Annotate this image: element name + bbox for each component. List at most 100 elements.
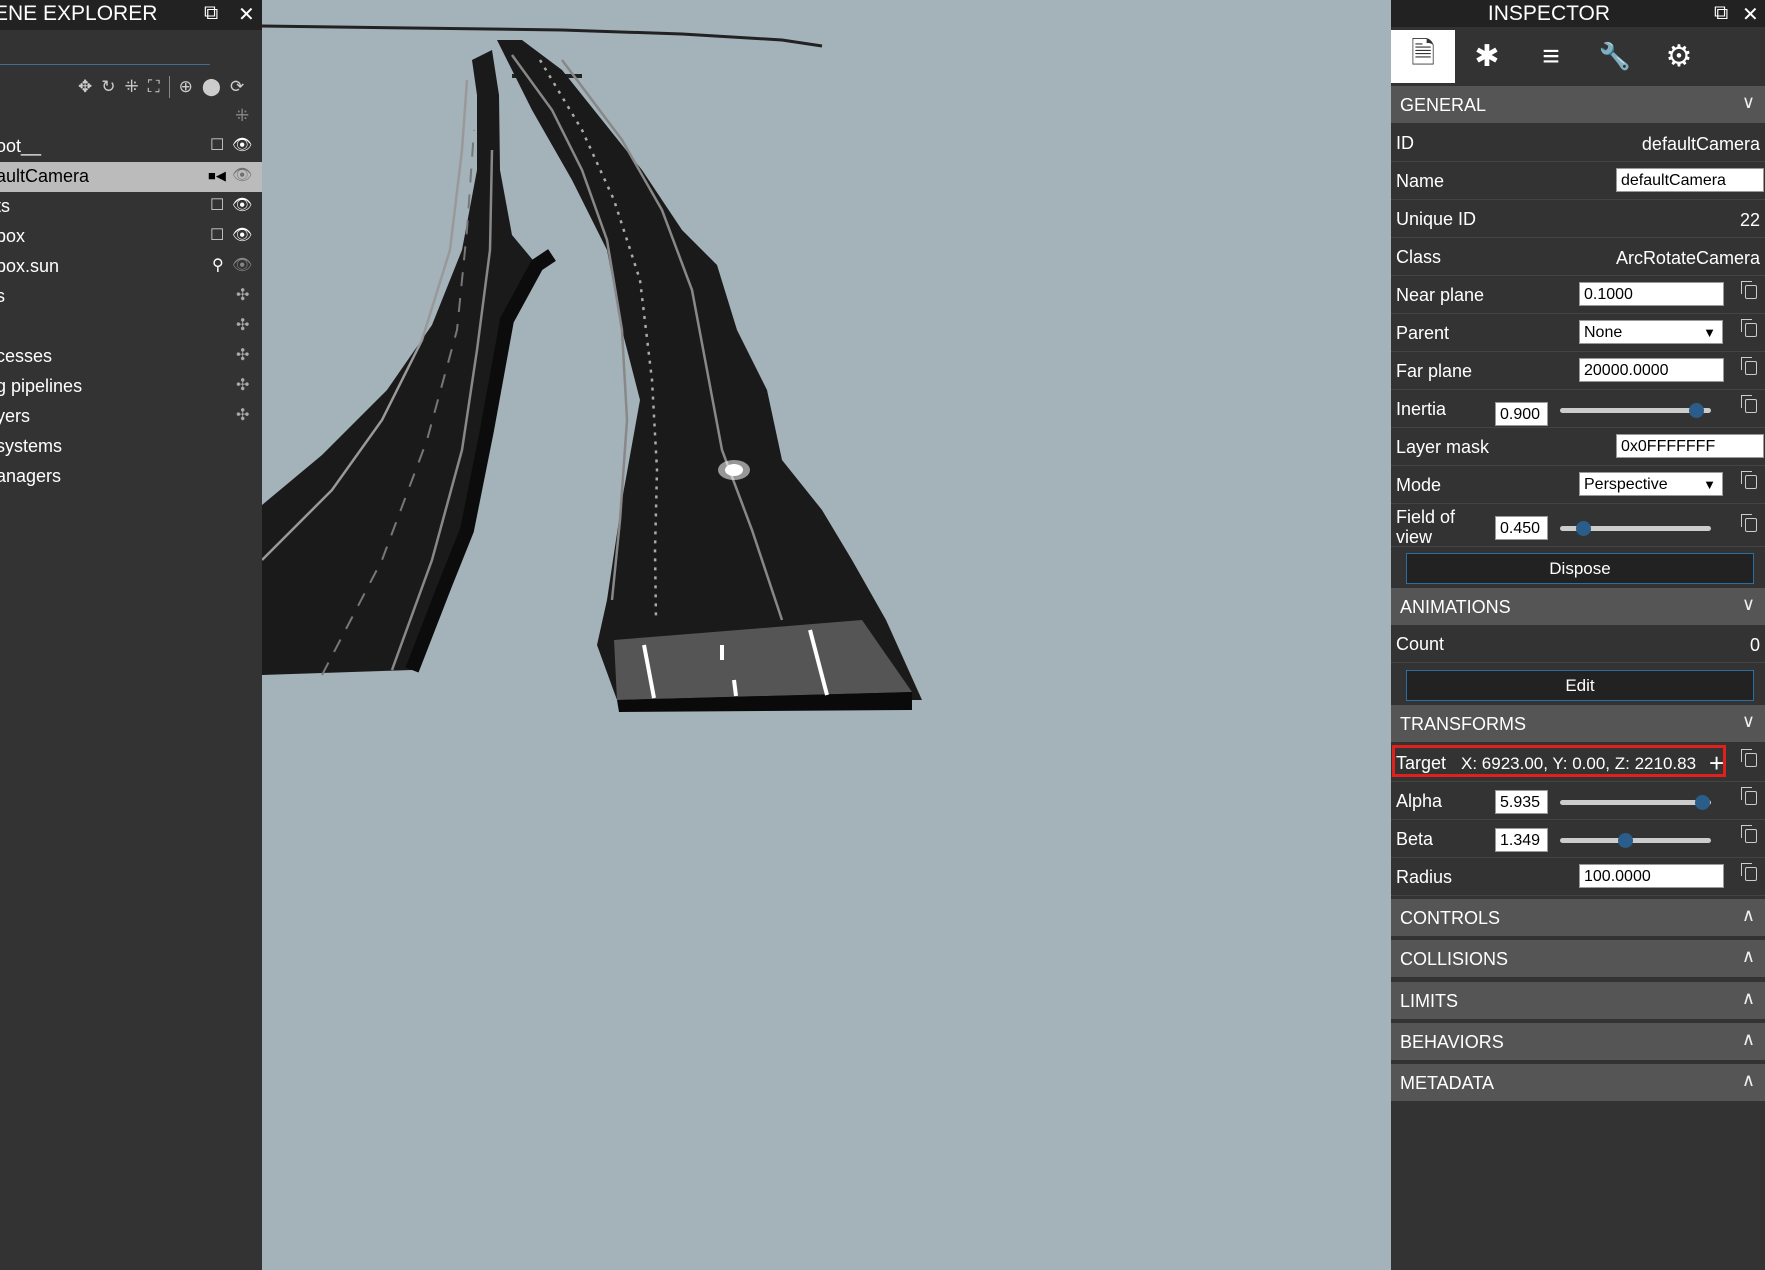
target-icon[interactable]: ⊕ xyxy=(179,77,193,97)
beta-input[interactable]: 1.349 xyxy=(1495,828,1548,852)
copy-icon[interactable] xyxy=(1741,281,1757,299)
marker-icon[interactable]: ⬤ xyxy=(202,77,221,97)
section-transforms[interactable]: TRANSFORMS ∨ xyxy=(1391,705,1765,742)
chevron-up-icon: ∧ xyxy=(1741,946,1755,966)
section-behaviors[interactable]: BEHAVIORS ∧ xyxy=(1391,1023,1765,1060)
section-metadata[interactable]: METADATA ∧ xyxy=(1391,1064,1765,1101)
tree-item-particle-systems[interactable]: systems xyxy=(0,432,262,462)
tree-item-label: oot__ xyxy=(0,136,42,156)
slider-thumb[interactable] xyxy=(1688,403,1704,418)
copy-icon[interactable] xyxy=(1741,749,1757,767)
tab-debug[interactable]: ✱ xyxy=(1455,30,1519,83)
inertia-slider[interactable] xyxy=(1560,403,1711,418)
copy-icon[interactable] xyxy=(1741,514,1757,532)
chevron-down-icon: ∨ xyxy=(1741,594,1755,614)
far-plane-input[interactable]: 20000.0000 xyxy=(1579,358,1724,382)
undock-icon[interactable]: ⧉ xyxy=(204,2,218,25)
dispose-button[interactable]: Dispose xyxy=(1406,553,1754,584)
refresh-icon[interactable]: ⟳ xyxy=(230,77,244,97)
expand-icon[interactable]: ✣ xyxy=(236,377,249,395)
alpha-input[interactable]: 5.935 xyxy=(1495,790,1548,814)
tree-item-default-camera[interactable]: aultCamera ■◀ 👁 xyxy=(0,162,262,192)
explorer-filter-input[interactable] xyxy=(0,40,210,65)
eye-icon[interactable]: 👁 xyxy=(232,257,252,275)
plus-icon[interactable]: + xyxy=(1709,748,1724,779)
beta-slider[interactable] xyxy=(1560,833,1711,848)
close-icon[interactable]: ✕ xyxy=(1742,2,1759,27)
expand-icon[interactable]: ✣ xyxy=(236,317,249,335)
alpha-slider[interactable] xyxy=(1560,795,1711,810)
tree-item-materials[interactable]: s ✣ xyxy=(0,282,262,312)
fov-slider[interactable] xyxy=(1560,521,1711,536)
scene-canvas[interactable] xyxy=(262,0,1391,1270)
tree-item-rendering-pipelines[interactable]: g pipelines ✣ xyxy=(0,372,262,402)
bounding-box-gizmo-icon[interactable]: ⛶ xyxy=(148,77,160,97)
collapse-all-icon[interactable]: ⁜ xyxy=(235,106,249,126)
layer-mask-input[interactable]: 0x0FFFFFFF xyxy=(1616,434,1764,458)
copy-icon[interactable] xyxy=(1741,787,1757,805)
name-input[interactable]: defaultCamera xyxy=(1616,168,1764,192)
tree-item-skybox[interactable]: box ☐ 👁 xyxy=(0,222,262,252)
tree-item-sprite-managers[interactable]: anagers xyxy=(0,462,262,492)
eye-icon[interactable]: 👁 xyxy=(232,167,252,185)
copy-icon[interactable] xyxy=(1741,471,1757,489)
fov-input[interactable]: 0.450 xyxy=(1495,516,1548,540)
row-target[interactable]: Target X: 6923.00, Y: 0.00, Z: 2210.83 + xyxy=(1391,744,1765,782)
translate-gizmo-icon[interactable]: ✥ xyxy=(78,77,92,97)
tab-settings[interactable]: ⚙ xyxy=(1647,30,1711,83)
expand-icon[interactable]: ✣ xyxy=(236,407,249,425)
rotate-gizmo-icon[interactable]: ↻ xyxy=(101,77,115,97)
parent-select[interactable]: None ▼ xyxy=(1579,320,1723,344)
section-general[interactable]: GENERAL ∨ xyxy=(1391,86,1765,123)
copy-icon[interactable] xyxy=(1741,863,1757,881)
checkbox-icon[interactable]: ☐ xyxy=(210,137,224,155)
render-viewport[interactable] xyxy=(262,0,1391,1270)
copy-icon[interactable] xyxy=(1741,319,1757,337)
tree-item-lights[interactable]: ts ☐ 👁 xyxy=(0,192,262,222)
checkbox-icon[interactable]: ☐ xyxy=(210,197,224,215)
near-plane-input[interactable]: 0.1000 xyxy=(1579,282,1724,306)
tree-item-post-processes[interactable]: cesses ✣ xyxy=(0,342,262,372)
section-title: GENERAL xyxy=(1400,95,1487,115)
tab-statistics[interactable]: ≡ xyxy=(1519,30,1583,83)
checkbox-icon[interactable]: ☐ xyxy=(210,227,224,245)
section-controls[interactable]: CONTROLS ∧ xyxy=(1391,899,1765,936)
section-collisions[interactable]: COLLISIONS ∧ xyxy=(1391,940,1765,977)
close-icon[interactable]: ✕ xyxy=(238,2,255,27)
tree-item-skybox-sun[interactable]: box.sun ⚲ 👁 xyxy=(0,252,262,282)
light-bulb-icon[interactable]: ⚲ xyxy=(212,257,224,275)
tab-tools[interactable]: 🔧 xyxy=(1583,30,1647,83)
slider-thumb[interactable] xyxy=(1694,795,1710,810)
section-title: COLLISIONS xyxy=(1400,949,1509,969)
tab-properties[interactable]: 🗎 xyxy=(1391,30,1455,83)
class-value: ArcRotateCamera xyxy=(1615,248,1760,268)
tree-item-root[interactable]: oot__ ☐ 👁 xyxy=(0,132,262,162)
copy-icon[interactable] xyxy=(1741,825,1757,843)
edit-animations-button[interactable]: Edit xyxy=(1406,670,1754,701)
copy-icon[interactable] xyxy=(1741,357,1757,375)
expand-icon[interactable]: ✣ xyxy=(236,347,249,365)
scale-gizmo-icon[interactable]: ⁜ xyxy=(125,77,139,97)
chart-icon: ≡ xyxy=(1542,39,1560,73)
tree-item-label: cesses xyxy=(0,346,53,366)
section-animations[interactable]: ANIMATIONS ∨ xyxy=(1391,588,1765,625)
camera-icon[interactable]: ■◀ xyxy=(208,167,226,185)
eye-icon[interactable]: 👁 xyxy=(232,227,252,245)
copy-icon[interactable] xyxy=(1741,395,1757,413)
far-plane-label: Far plane xyxy=(1396,361,1473,381)
slider-thumb[interactable] xyxy=(1575,521,1591,536)
expand-icon[interactable]: ✣ xyxy=(236,287,249,305)
inspector-panel: INSPECTOR ⧉ ✕ 🗎 ✱ ≡ 🔧 ⚙ GENERAL ∨ ID def… xyxy=(1391,0,1765,1270)
row-radius: Radius 100.0000 xyxy=(1391,858,1765,896)
radius-input[interactable]: 100.0000 xyxy=(1579,864,1724,888)
slider-thumb[interactable] xyxy=(1617,833,1633,848)
eye-icon[interactable]: 👁 xyxy=(232,197,252,215)
tree-item-textures[interactable]: ✣ xyxy=(0,312,262,342)
undock-icon[interactable]: ⧉ xyxy=(1714,2,1728,25)
tree-item-effect-layers[interactable]: yers ✣ xyxy=(0,402,262,432)
inertia-input[interactable]: 0.900 xyxy=(1495,402,1548,426)
section-limits[interactable]: LIMITS ∧ xyxy=(1391,982,1765,1019)
row-unique-id: Unique ID 22 xyxy=(1391,200,1765,238)
mode-select[interactable]: Perspective ▼ xyxy=(1579,472,1723,496)
eye-icon[interactable]: 👁 xyxy=(232,137,252,155)
